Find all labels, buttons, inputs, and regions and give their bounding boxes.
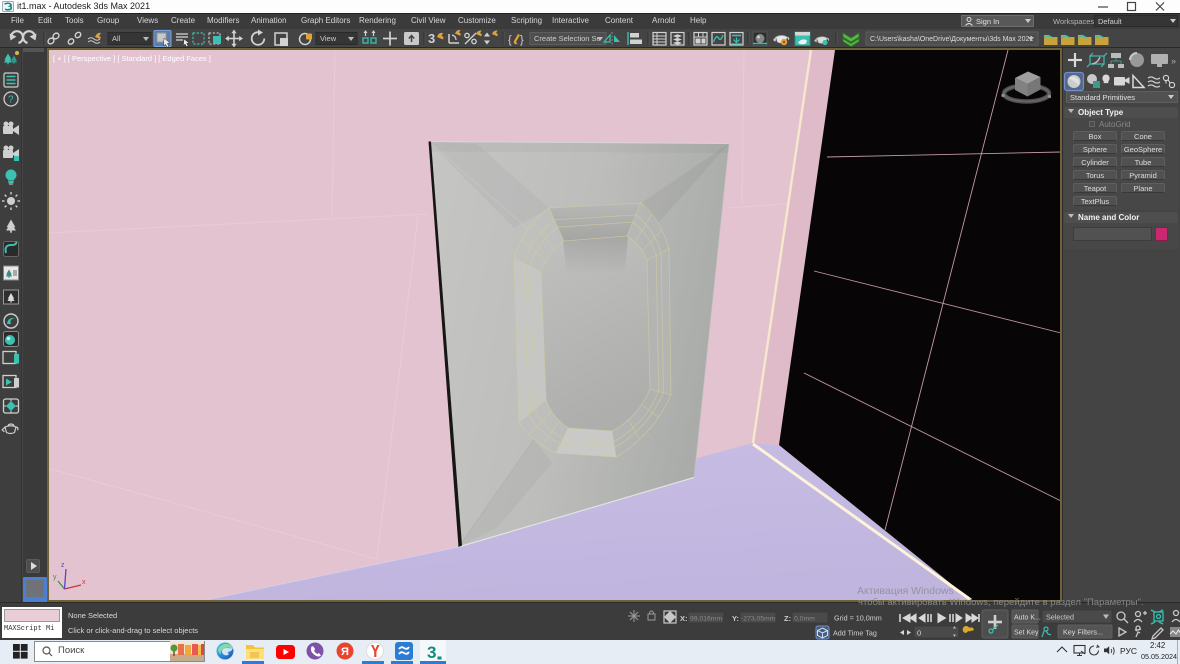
svg-text:?: ? [8,95,14,106]
svg-text:Я: Я [341,646,349,658]
svg-text:X:: X: [680,614,688,623]
svg-text:Create Selection Se: Create Selection Se [534,34,601,43]
svg-text:C:\Users\kasha\OneDrive\Докуме: C:\Users\kasha\OneDrive\Документы\3ds Ma… [870,36,1033,43]
svg-text:0,0mm: 0,0mm [794,616,815,623]
svg-text:0: 0 [917,629,921,638]
svg-text:Set Key: Set Key [1014,630,1039,637]
svg-text:All: All [112,34,121,43]
svg-text:x: x [82,579,86,586]
svg-text:z: z [61,562,65,569]
svg-text:Key Filters...: Key Filters... [1063,628,1103,637]
svg-text:Add Time Tag: Add Time Tag [833,629,877,638]
svg-text:y: y [53,574,57,581]
svg-text:View: View [320,34,337,43]
svg-text:Grid = 10,0mm: Grid = 10,0mm [834,614,882,623]
svg-text:-273,05mm: -273,05mm [741,616,776,623]
svg-text:Auto K...: Auto K... [1014,615,1041,622]
svg-text:3: 3 [428,31,435,46]
svg-text:Selected: Selected [1046,613,1074,622]
svg-text:Y:: Y: [732,614,739,623]
svg-text:}: } [520,34,524,46]
svg-text:Активация Windows: Активация Windows [857,585,954,597]
svg-text:{: { [508,34,512,46]
svg-text:99,016mm: 99,016mm [690,616,722,623]
svg-text:[ + ] [ Perspective ] [ Standa: [ + ] [ Perspective ] [ Standard ] [ Edg… [53,54,211,63]
svg-text:»: » [1171,56,1176,66]
svg-text:Z:: Z: [784,614,791,623]
svg-text:3: 3 [427,643,436,660]
